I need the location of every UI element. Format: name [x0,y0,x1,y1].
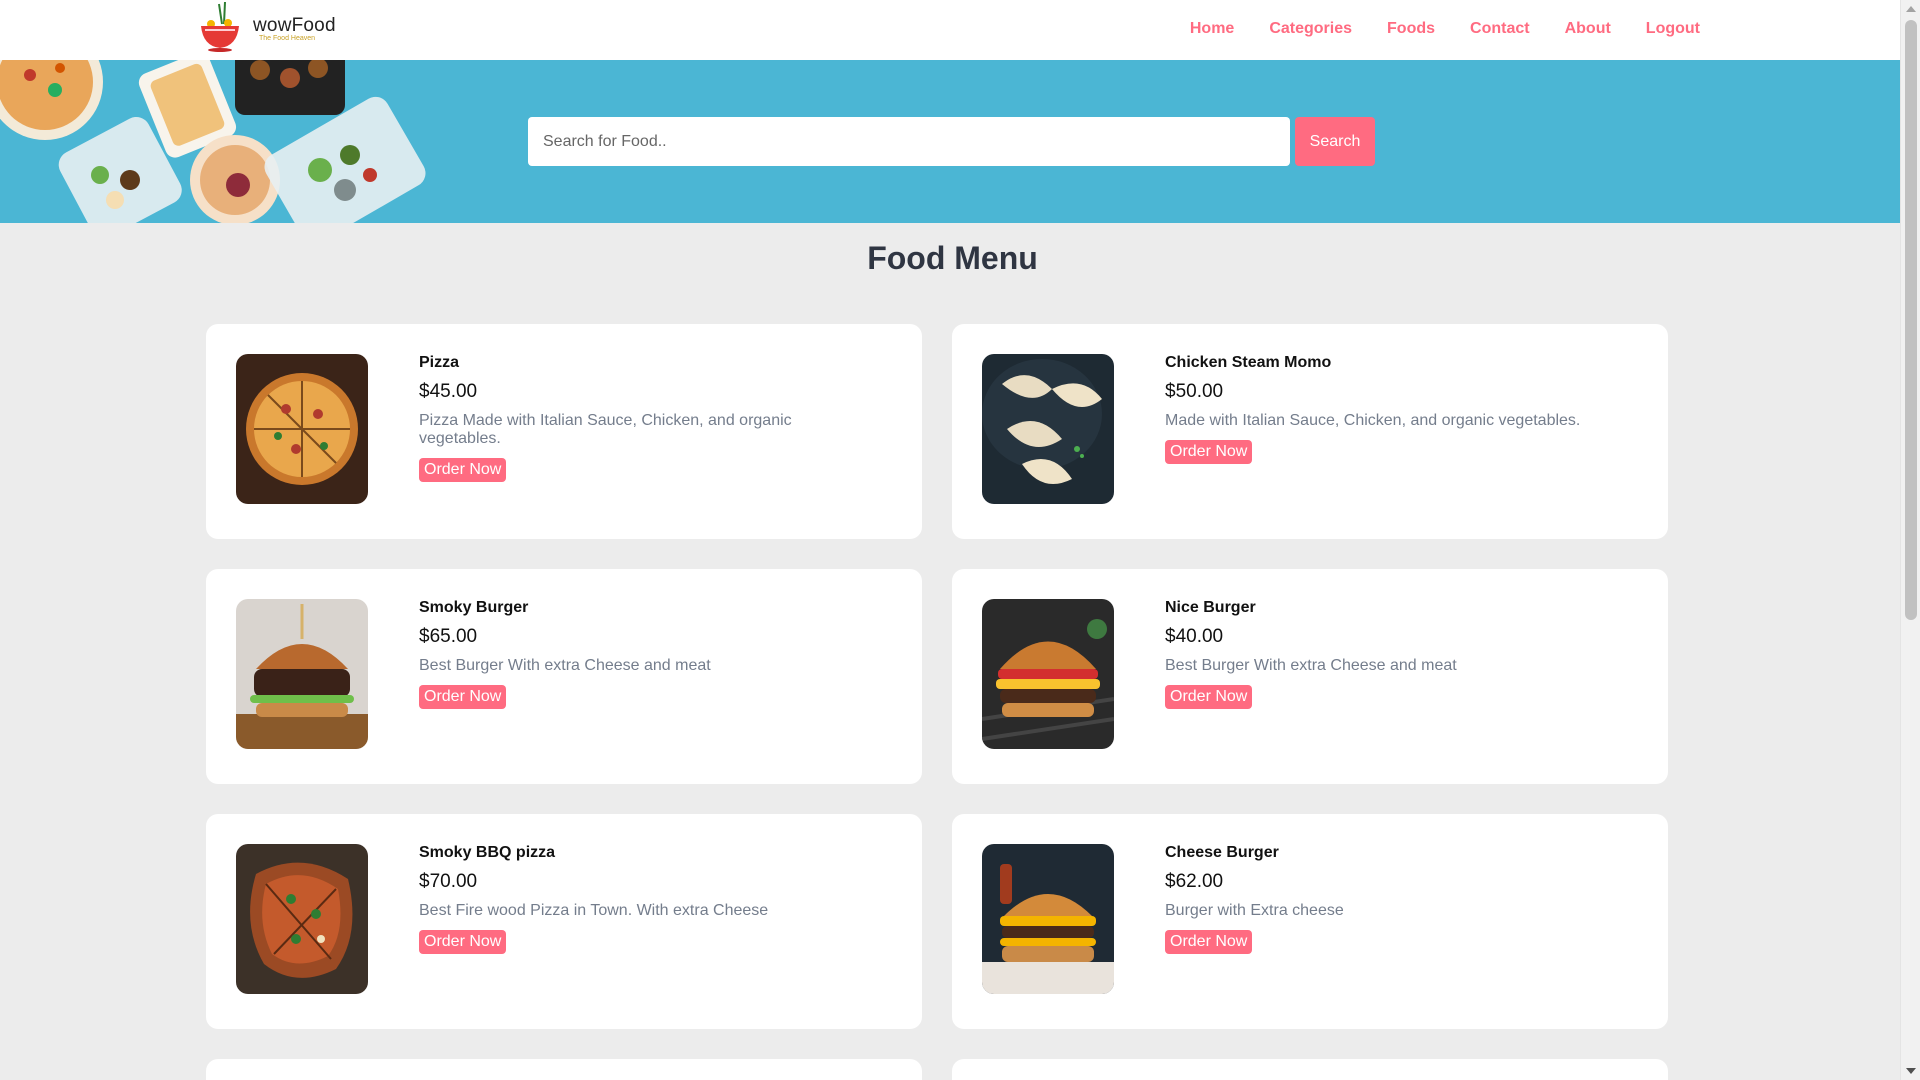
food-description: Best Burger With extra Cheese and meat [1165,657,1457,674]
nav-logout[interactable]: Logout [1646,20,1700,38]
vertical-scrollbar[interactable] [1900,0,1920,1080]
food-card: Smoky Burger $65.00 Best Burger With ext… [206,569,922,784]
search-button[interactable]: Search [1295,117,1375,166]
food-card: Chicken Steam Momo $50.00 Made with Ital… [952,324,1668,539]
food-card: Cheese Burger $62.00 Burger with Extra c… [952,814,1668,1029]
food-price: $62.00 [1165,871,1224,892]
food-card: Pizza $45.00 Pizza Made with Italian Sau… [206,324,922,539]
food-description: Burger with Extra cheese [1165,902,1344,919]
site-header: wowFood The Food Heaven Home Categories … [0,0,1900,60]
bowl-logo-icon [195,1,245,54]
order-now-button[interactable]: Order Now [1165,685,1253,709]
food-price: $40.00 [1165,626,1224,647]
nav-foods[interactable]: Foods [1387,20,1435,38]
order-now-button[interactable]: Order Now [1165,930,1253,954]
logo[interactable]: wowFood The Food Heaven [195,0,355,56]
food-card-partial [952,1059,1668,1080]
food-card-partial [206,1059,922,1080]
order-now-button[interactable]: Order Now [419,685,507,709]
momo-image [982,354,1114,504]
order-now-button[interactable]: Order Now [419,930,507,954]
scroll-up-arrow-icon[interactable] [1906,6,1916,12]
pizza-image [236,844,368,994]
food-price: $50.00 [1165,381,1224,402]
nav-home[interactable]: Home [1190,20,1234,38]
food-name: Smoky Burger [419,599,529,616]
food-description: Made with Italian Sauce, Chicken, and or… [1165,412,1581,429]
food-price: $70.00 [419,871,478,892]
nav-about[interactable]: About [1565,20,1611,38]
burger-image [982,599,1114,749]
food-description: Best Burger With extra Cheese and meat [419,657,711,674]
menu-title: Food Menu [867,240,1038,276]
search-hero: Search [0,60,1900,223]
brand-tagline: The Food Heaven [259,34,316,42]
food-name: Nice Burger [1165,599,1256,616]
food-name: Chicken Steam Momo [1165,354,1332,371]
food-name: Smoky BBQ pizza [419,844,556,861]
food-name: Pizza [419,354,460,371]
burger-image [236,599,368,749]
pizza-image [236,354,368,504]
food-description: Pizza Made with Italian Sauce, Chicken, … [419,412,792,447]
brand-name: wowFood [253,14,336,36]
nav-contact[interactable]: Contact [1470,20,1530,38]
order-now-button[interactable]: Order Now [1165,440,1253,464]
food-card: Smoky BBQ pizza $70.00 Best Fire wood Pi… [206,814,922,1029]
search-input[interactable] [528,117,1290,166]
scroll-down-arrow-icon[interactable] [1906,1068,1916,1074]
food-card: Nice Burger $40.00 Best Burger With extr… [952,569,1668,784]
main-nav: Home Categories Foods Contact About Logo… [1155,0,1700,58]
order-now-button[interactable]: Order Now [419,458,507,482]
scrollbar-thumb[interactable] [1905,20,1917,620]
food-price: $45.00 [419,381,478,402]
nav-categories[interactable]: Categories [1269,20,1352,38]
food-containers-image [0,60,426,223]
food-description: Best Fire wood Pizza in Town. With extra… [419,902,769,919]
food-name: Cheese Burger [1165,844,1279,861]
food-price: $65.00 [419,626,478,647]
burger-image [982,844,1114,994]
